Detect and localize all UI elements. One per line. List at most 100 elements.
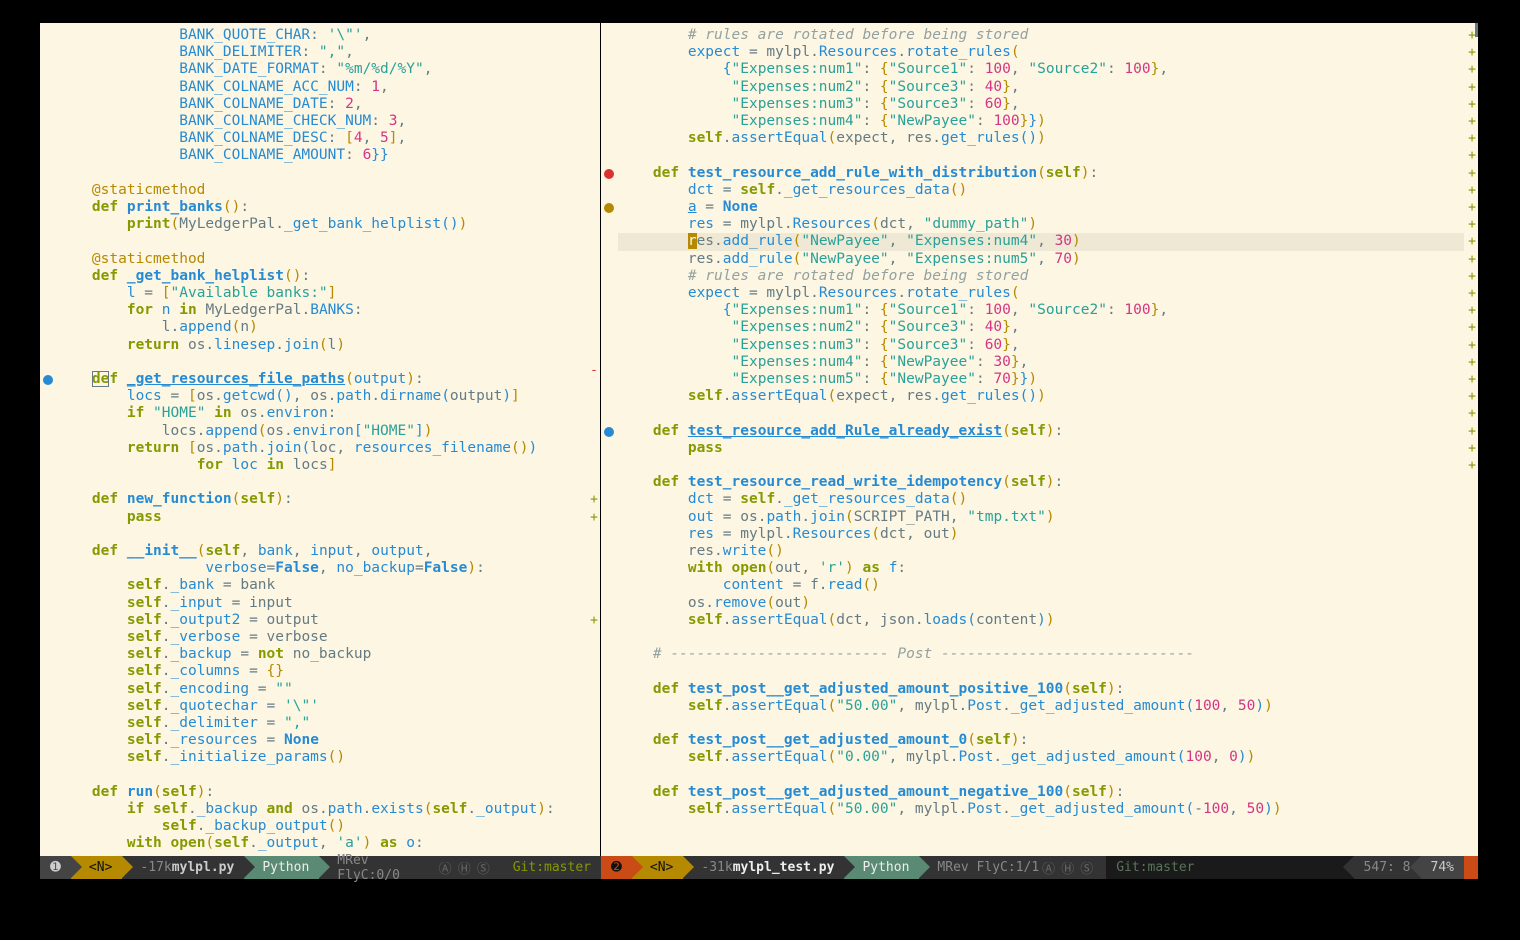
code-line[interactable] — [57, 233, 586, 250]
code-line[interactable]: for loc in locs] — [57, 457, 586, 474]
code-line[interactable] — [618, 629, 1464, 646]
code-line[interactable]: "Expenses:num4": {"NewPayee": 30}, — [618, 354, 1464, 371]
code-line[interactable] — [618, 715, 1464, 732]
code-line[interactable]: self.assertEqual(expect, res.get_rules()… — [618, 130, 1464, 147]
code-line[interactable]: locs.append(os.environ["HOME"]) — [57, 423, 586, 440]
code-line[interactable]: def test_post__get_adjusted_amount_negat… — [618, 784, 1464, 801]
code-line[interactable]: self._resources = None — [57, 732, 586, 749]
code-line[interactable]: "Expenses:num2": {"Source3": 40}, — [618, 79, 1464, 96]
code-line[interactable]: def test_resource_add_rule_with_distribu… — [618, 165, 1464, 182]
code-line[interactable]: "Expenses:num2": {"Source3": 40}, — [618, 319, 1464, 336]
code-line[interactable]: "Expenses:num4": {"NewPayee": 100}}) — [618, 113, 1464, 130]
code-line[interactable]: self._backup_output() — [57, 818, 586, 835]
code-line[interactable]: # rules are rotated before being stored — [618, 27, 1464, 44]
code-line[interactable]: def print_banks(): — [57, 199, 586, 216]
code-line[interactable]: # ------------------------- Post -------… — [618, 646, 1464, 663]
code-line[interactable] — [57, 526, 586, 543]
code-line[interactable]: BANK_DELIMITER: ",", — [57, 44, 586, 61]
right-pane[interactable]: # rules are rotated before being stored … — [601, 23, 1478, 856]
code-line[interactable]: if self._backup and os.path.exists(self.… — [57, 801, 586, 818]
code-line[interactable] — [618, 767, 1464, 784]
code-line[interactable]: print(MyLedgerPal._get_bank_helplist()) — [57, 216, 586, 233]
code-line[interactable]: BANK_COLNAME_DATE: 2, — [57, 96, 586, 113]
code-line[interactable]: "Expenses:num5": {"NewPayee": 70}}) — [618, 371, 1464, 388]
code-line[interactable]: os.remove(out) — [618, 595, 1464, 612]
code-line[interactable]: if "HOME" in os.environ: — [57, 405, 586, 422]
code-line[interactable]: self._verbose = verbose — [57, 629, 586, 646]
code-line[interactable]: BANK_QUOTE_CHAR: '\"', — [57, 27, 586, 44]
major-mode-right[interactable]: Python — [844, 856, 919, 879]
code-line[interactable]: pass — [57, 509, 586, 526]
code-line[interactable]: return os.linesep.join(l) — [57, 337, 586, 354]
code-line[interactable]: "Expenses:num3": {"Source3": 60}, — [618, 337, 1464, 354]
code-line[interactable]: self._delimiter = "," — [57, 715, 586, 732]
split-panes: BANK_QUOTE_CHAR: '\"', BANK_DELIMITER: "… — [40, 23, 1478, 856]
code-line[interactable]: @staticmethod — [57, 251, 586, 268]
code-line[interactable]: def test_post__get_adjusted_amount_0(sel… — [618, 732, 1464, 749]
code-line[interactable] — [618, 457, 1464, 474]
code-line[interactable]: BANK_COLNAME_ACC_NUM: 1, — [57, 79, 586, 96]
code-line[interactable]: BANK_COLNAME_CHECK_NUM: 3, — [57, 113, 586, 130]
code-line[interactable]: self._encoding = "" — [57, 681, 586, 698]
code-line[interactable]: def run(self): — [57, 784, 586, 801]
code-line[interactable] — [618, 663, 1464, 680]
code-line[interactable]: self._columns = {} — [57, 663, 586, 680]
code-line[interactable]: res = mylpl.Resources(dct, "dummy_path") — [618, 216, 1464, 233]
code-line[interactable]: expect = mylpl.Resources.rotate_rules( — [618, 44, 1464, 61]
code-line[interactable] — [57, 354, 586, 371]
code-line[interactable]: self._backup = not no_backup — [57, 646, 586, 663]
code-line[interactable]: def new_function(self): — [57, 491, 586, 508]
code-line[interactable]: with open(out, 'r') as f: — [618, 560, 1464, 577]
code-line[interactable]: return [os.path.join(loc, resources_file… — [57, 440, 586, 457]
code-line[interactable]: locs = [os.getcwd(), os.path.dirname(out… — [57, 388, 586, 405]
left-pane[interactable]: BANK_QUOTE_CHAR: '\"', BANK_DELIMITER: "… — [40, 23, 601, 856]
code-line[interactable]: self.assertEqual("50.00", mylpl.Post._ge… — [618, 698, 1464, 715]
code-line[interactable]: res.write() — [618, 543, 1464, 560]
code-line[interactable]: BANK_COLNAME_DESC: [4, 5], — [57, 130, 586, 147]
code-line[interactable] — [618, 147, 1464, 164]
code-line[interactable]: self._initialize_params() — [57, 749, 586, 766]
code-line[interactable]: self.assertEqual(expect, res.get_rules()… — [618, 388, 1464, 405]
code-line[interactable]: for n in MyLedgerPal.BANKS: — [57, 302, 586, 319]
code-line[interactable]: "Expenses:num3": {"Source3": 60}, — [618, 96, 1464, 113]
code-line[interactable]: self._quotechar = '\"' — [57, 698, 586, 715]
code-line[interactable]: with open(self._output, 'a') as o: — [57, 835, 586, 852]
code-line[interactable]: def test_resource_read_write_idempotency… — [618, 474, 1464, 491]
code-line[interactable]: dct = self._get_resources_data() — [618, 182, 1464, 199]
code-line[interactable]: l.append(n) — [57, 319, 586, 336]
code-line[interactable]: pass — [618, 440, 1464, 457]
code-line[interactable]: {"Expenses:num1": {"Source1": 100, "Sour… — [618, 61, 1464, 78]
code-line[interactable]: self._input = input — [57, 595, 586, 612]
code-line[interactable]: l = ["Available banks:"] — [57, 285, 586, 302]
code-line[interactable]: @staticmethod — [57, 182, 586, 199]
code-line[interactable]: def _get_bank_helplist(): — [57, 268, 586, 285]
code-line[interactable]: self.assertEqual("0.00", mylpl.Post._get… — [618, 749, 1464, 766]
code-line[interactable]: dct = self._get_resources_data() — [618, 491, 1464, 508]
code-line[interactable]: def _get_resources_file_paths(output): — [57, 371, 586, 388]
code-line[interactable]: verbose=False, no_backup=False): — [57, 560, 586, 577]
code-line[interactable]: self.assertEqual("50.00", mylpl.Post._ge… — [618, 801, 1464, 818]
code-line[interactable]: self._output2 = output — [57, 612, 586, 629]
code-line[interactable]: res = mylpl.Resources(dct, out) — [618, 526, 1464, 543]
major-mode-left[interactable]: Python — [244, 856, 319, 879]
code-line[interactable]: # rules are rotated before being stored — [618, 268, 1464, 285]
code-line[interactable]: def test_resource_add_Rule_already_exist… — [618, 423, 1464, 440]
code-line[interactable]: content = f.read() — [618, 577, 1464, 594]
code-line[interactable]: def test_post__get_adjusted_amount_posit… — [618, 681, 1464, 698]
code-line[interactable]: {"Expenses:num1": {"Source1": 100, "Sour… — [618, 302, 1464, 319]
code-line[interactable]: self._bank = bank — [57, 577, 586, 594]
code-line[interactable] — [57, 474, 586, 491]
code-line[interactable]: self.assertEqual(dct, json.loads(content… — [618, 612, 1464, 629]
code-line[interactable]: a = None — [618, 199, 1464, 216]
code-line[interactable]: expect = mylpl.Resources.rotate_rules( — [618, 285, 1464, 302]
code-line[interactable] — [618, 405, 1464, 422]
code-line[interactable] — [57, 165, 586, 182]
code-line[interactable]: res.add_rule("NewPayee", "Expenses:num4"… — [618, 233, 1464, 250]
code-line[interactable]: BANK_DATE_FORMAT: "%m/%d/%Y", — [57, 61, 586, 78]
left-file-name: mylpl.py — [172, 860, 235, 875]
code-line[interactable]: BANK_COLNAME_AMOUNT: 6}} — [57, 147, 586, 164]
code-line[interactable] — [57, 767, 586, 784]
code-line[interactable]: def __init__(self, bank, input, output, — [57, 543, 586, 560]
code-line[interactable]: out = os.path.join(SCRIPT_PATH, "tmp.txt… — [618, 509, 1464, 526]
code-line[interactable]: res.add_rule("NewPayee", "Expenses:num5"… — [618, 251, 1464, 268]
